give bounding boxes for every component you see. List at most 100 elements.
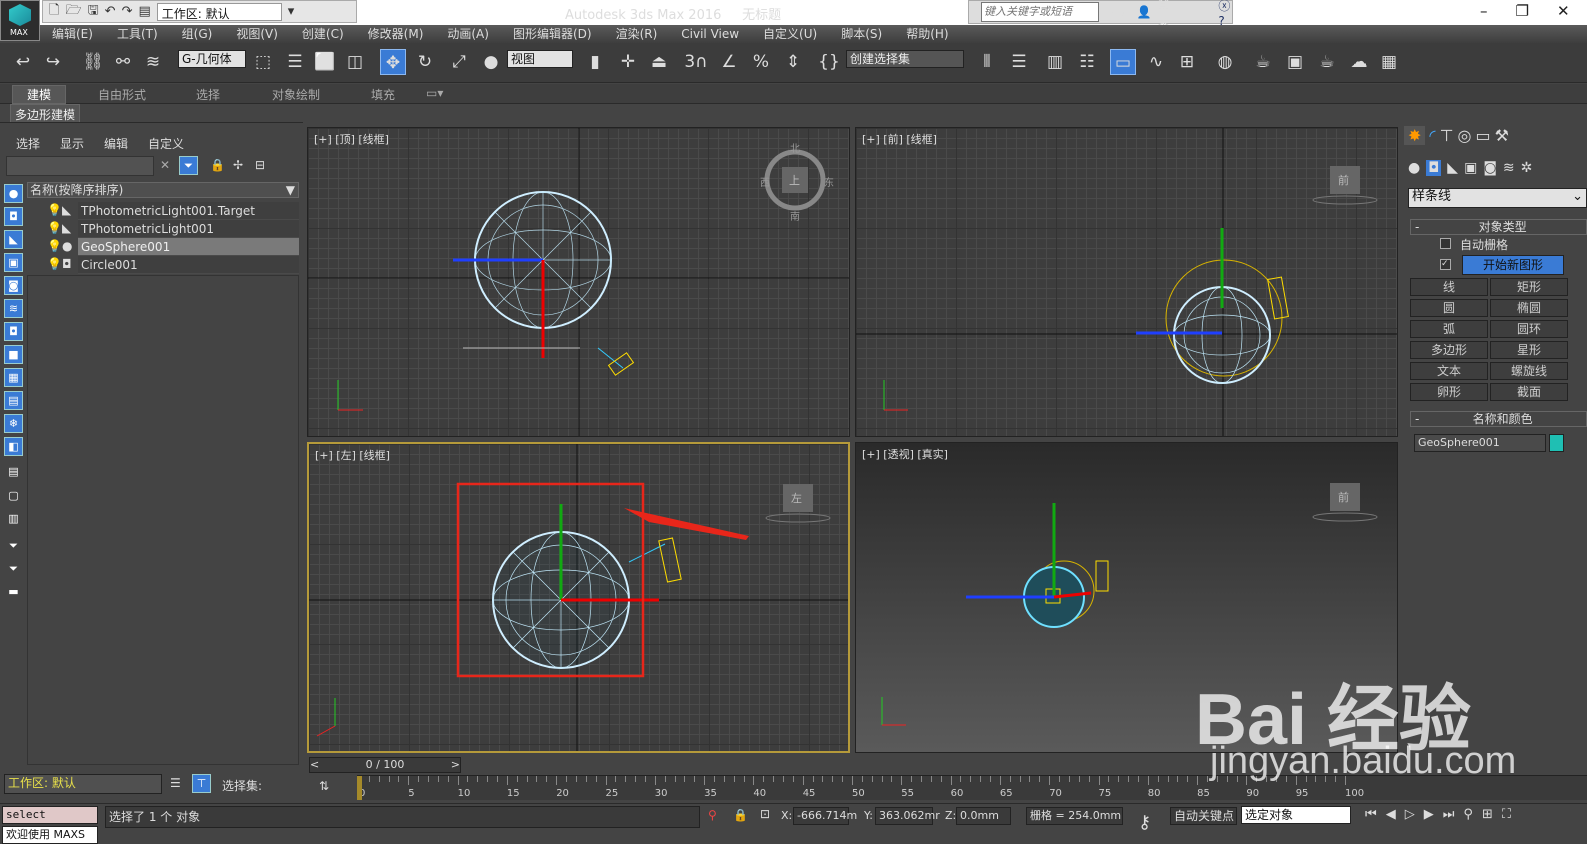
named-selection-dropdown[interactable]: 创建选择集 [846, 50, 964, 68]
zoom-extents-icon[interactable]: ⛶ [1502, 807, 1511, 822]
mini-curve-editor-icon[interactable]: ⇅ [319, 779, 329, 793]
bind-spacewarp-icon[interactable]: ≋ [140, 49, 166, 75]
project-icon[interactable]: ▤ [138, 4, 150, 19]
link-icon[interactable]: ⛓ [80, 49, 106, 75]
viewcube[interactable]: 前 [1338, 489, 1349, 505]
minimize-button[interactable]: – [1480, 2, 1488, 20]
menu-item[interactable]: 动画(A) [435, 25, 501, 43]
object-color-swatch[interactable] [1549, 434, 1564, 452]
place-icon[interactable]: ● [478, 49, 504, 75]
display-invert-icon[interactable]: ▥ [4, 510, 23, 529]
menu-item[interactable]: 组(G) [170, 25, 225, 43]
new-file-icon[interactable]: 🗋 [49, 1, 59, 23]
display-bones-icon[interactable]: ▦ [4, 368, 23, 387]
shape-line-button[interactable]: 线 [1410, 278, 1488, 296]
menu-item[interactable]: 脚本(S) [829, 25, 894, 43]
hierarchy-icon[interactable]: ⊟ [255, 158, 265, 172]
object-name-input[interactable]: GeoSphere001 [1414, 434, 1546, 452]
shape-helix-button[interactable]: 螺旋线 [1490, 362, 1568, 380]
lock-icon[interactable]: 🔒 [210, 158, 225, 172]
ribbon-tab-modeling[interactable]: 建模 [12, 85, 67, 104]
angle-snap-icon[interactable]: ∠ [716, 49, 742, 75]
menu-item[interactable]: 修改器(M) [356, 25, 436, 43]
shape-arc-button[interactable]: 弧 [1410, 320, 1488, 338]
viewport-front[interactable]: [+] [前] [线框] 前 [855, 127, 1398, 437]
selection-filter-dropdown[interactable]: G-几何体 [178, 50, 246, 68]
selection-lock-icon[interactable]: 🔒 [733, 808, 748, 822]
motion-tab-icon[interactable]: ◎ [1458, 126, 1472, 145]
user-icon[interactable]: 👤 [1137, 5, 1152, 19]
redo-icon[interactable]: ↷ [122, 4, 133, 19]
layers-icon[interactable]: ☰ [170, 776, 181, 790]
menu-item[interactable]: 自定义(U) [751, 25, 829, 43]
sx-row[interactable]: TPhotometricLight001 [78, 220, 299, 238]
display-groups-icon[interactable]: ◘ [4, 322, 23, 341]
key-filter-dropdown[interactable]: 选定对象 [1241, 806, 1351, 824]
percent-snap-icon[interactable]: % [748, 49, 774, 75]
keyboard-shortcut-icon[interactable]: ⏏ [646, 49, 672, 75]
z-coord-input[interactable]: 0.0mm [956, 807, 1011, 825]
sx-search-input[interactable] [6, 156, 154, 176]
display-all-icon[interactable]: ▤ [4, 463, 23, 482]
goto-end-icon[interactable]: ⏭ [1443, 807, 1455, 822]
save-icon[interactable]: 🖫 [88, 1, 99, 23]
binoculars-icon[interactable]: ⚲ [1105, 5, 1114, 19]
set-key-icon[interactable]: ⚷ [1138, 812, 1151, 833]
play-icon[interactable]: ▷ [1405, 807, 1415, 822]
redo-icon[interactable]: ↪ [40, 49, 66, 75]
light-bulb-icon[interactable]: 💡◘ [47, 257, 77, 271]
cameras-icon[interactable]: ▣ [1464, 160, 1477, 176]
zoom-all-icon[interactable]: ⊞ [1482, 807, 1493, 822]
render-cloud-icon[interactable]: ☁ [1346, 49, 1372, 75]
display-tab-icon[interactable]: ▭ [1476, 126, 1491, 145]
shape-star-button[interactable]: 星形 [1490, 341, 1568, 359]
mirror-icon[interactable]: ⫴ [974, 49, 1000, 75]
render-setup-icon[interactable]: ☕ [1250, 49, 1276, 75]
sx-menu-select[interactable]: 选择 [16, 135, 40, 152]
display-helpers-icon[interactable]: ◙ [4, 276, 23, 295]
rollout-object-type[interactable]: - 对象类型 [1410, 219, 1587, 235]
create-tab-icon[interactable]: ✸ [1404, 126, 1426, 145]
spacewarps-icon[interactable]: ≋ [1503, 160, 1515, 176]
ribbon-tab-object-paint[interactable]: 对象绘制 [272, 86, 320, 103]
material-editor-icon[interactable]: ◍ [1212, 49, 1238, 75]
modify-tab-icon[interactable]: ◜ [1429, 126, 1435, 145]
menu-item[interactable]: 图形编辑器(D) [501, 25, 604, 43]
maxscript-output[interactable]: 欢迎使用 MAXS [2, 826, 98, 844]
menu-item[interactable]: 创建(C) [290, 25, 356, 43]
auto-grid-checkbox[interactable] [1440, 238, 1451, 249]
menu-item[interactable]: Civil View [669, 25, 751, 43]
start-new-shape-button[interactable]: 开始新图形 [1462, 255, 1564, 275]
open-file-icon[interactable]: 🗁 [65, 1, 81, 23]
viewport-left-active[interactable]: [+] [左] [线框] 左 [307, 442, 850, 753]
viewport-label[interactable]: [+] [前] [线框] [862, 131, 937, 147]
shape-egg-button[interactable]: 卵形 [1410, 383, 1488, 401]
search-input[interactable] [981, 2, 1099, 22]
ribbon-tab-populate[interactable]: 填充 [371, 86, 395, 103]
close-button[interactable]: ✕ [1557, 2, 1570, 20]
workspace-dropdown[interactable]: 工作区: 默认 [156, 2, 282, 21]
select-by-name-icon[interactable]: ☰ [282, 49, 308, 75]
shape-ngon-button[interactable]: 多边形 [1410, 341, 1488, 359]
menu-item[interactable]: 编辑(E) [40, 25, 105, 43]
workspace-selector[interactable]: 工作区: 默认 [4, 774, 162, 794]
menu-item[interactable]: 渲染(R) [604, 25, 670, 43]
display-frozen-icon[interactable]: ❄ [4, 414, 23, 433]
ribbon-options-icon[interactable]: ▭▾ [426, 86, 443, 100]
absolute-mode-icon[interactable]: ⊡ [760, 807, 770, 821]
maxscript-listener-input[interactable]: select $GeoSph [2, 806, 98, 837]
filter-icon[interactable]: ⏷ [179, 156, 198, 175]
y-coord-input[interactable]: 363.062mr [875, 807, 940, 825]
schematic-view-icon[interactable]: ⊞ [1174, 49, 1200, 75]
display-none-icon[interactable]: ▢ [4, 487, 23, 506]
render-icon[interactable]: ☕ [1314, 49, 1340, 75]
menu-item[interactable]: 帮助(H) [894, 25, 960, 43]
star-icon[interactable]: ☆ [1120, 5, 1131, 19]
display-xrefs-icon[interactable]: ■ [4, 345, 23, 364]
display-hidden-icon[interactable]: ◧ [4, 437, 23, 456]
helpers-icon[interactable]: ◙ [1483, 160, 1497, 176]
light-bulb-icon[interactable]: 💡◣ [47, 203, 77, 217]
menu-item[interactable]: 视图(V) [224, 25, 290, 43]
viewport-top[interactable]: [+] [顶] [线框] 北 西 东 南 上 [307, 127, 850, 437]
x-coord-input[interactable]: -666.714m [793, 807, 857, 825]
